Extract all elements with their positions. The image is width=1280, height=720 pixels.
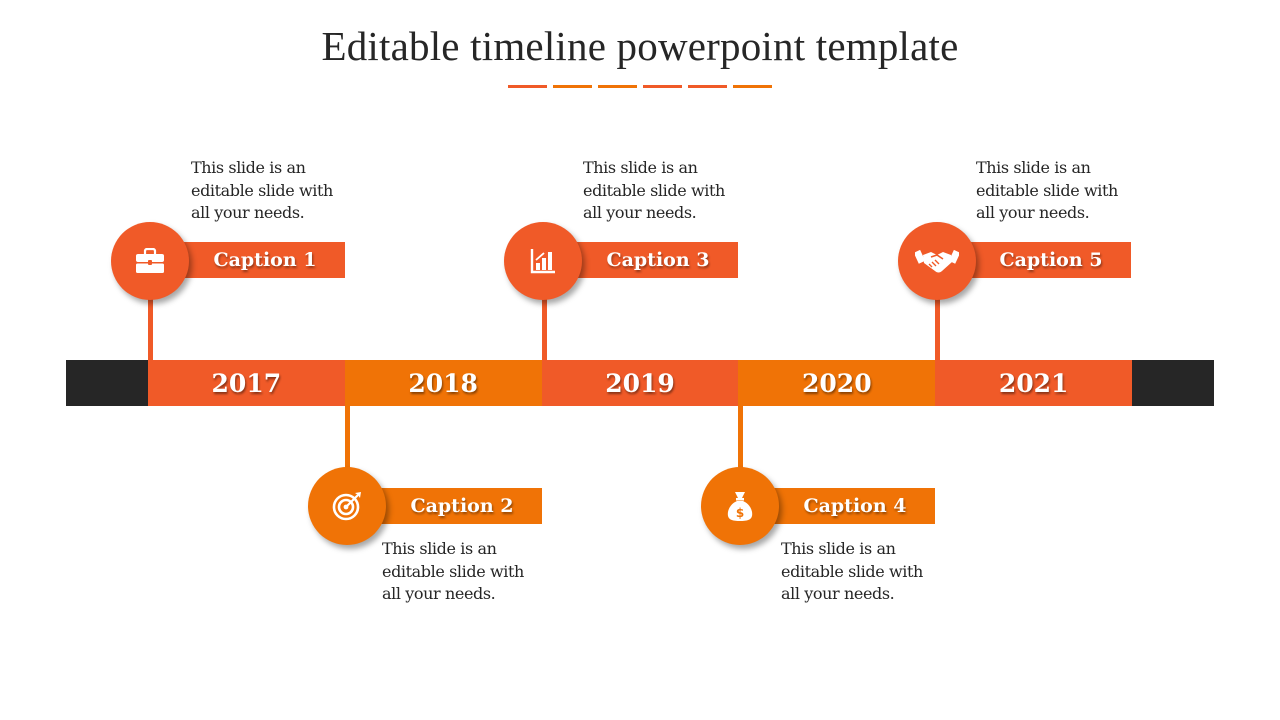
milestone-5-description: This slide is an editable slide with all…: [976, 158, 1118, 222]
connector-1: [148, 290, 153, 362]
milestone-1-description: This slide is an editable slide with all…: [191, 158, 333, 222]
year-segment-2018: 2018: [344, 360, 542, 406]
money-bag-icon: $: [726, 490, 754, 522]
handshake-icon: [915, 247, 959, 275]
milestone-2-description: This slide is an editable slide with all…: [382, 539, 524, 603]
connector-3: [542, 290, 547, 362]
connector-5: [935, 290, 940, 362]
underline-dash: [643, 85, 682, 88]
title-underline: [508, 85, 772, 88]
milestone-4-description: This slide is an editable slide with all…: [781, 539, 923, 603]
connector-2: [345, 404, 350, 474]
milestone-3-badge: [504, 222, 582, 300]
timeline-bar: 2017 2018 2019 2020 2021: [66, 360, 1214, 406]
timeline-right-cap: [1132, 360, 1214, 406]
underline-dash: [598, 85, 637, 88]
underline-dash: [508, 85, 547, 88]
svg-text:$: $: [736, 506, 744, 520]
target-icon: [331, 490, 363, 522]
underline-dash: [733, 85, 772, 88]
milestone-4-badge: $: [701, 467, 779, 545]
slide-title: Editable timeline powerpoint template: [321, 23, 959, 69]
year-segment-2019: 2019: [541, 360, 739, 406]
milestone-2-badge: [308, 467, 386, 545]
underline-dash: [688, 85, 727, 88]
timeline-left-cap: [66, 360, 148, 406]
year-segment-2017: 2017: [147, 360, 345, 406]
briefcase-icon: [135, 248, 165, 274]
underline-dash: [553, 85, 592, 88]
year-segment-2021: 2021: [935, 360, 1133, 406]
milestone-1-badge: [111, 222, 189, 300]
connector-4: [738, 404, 743, 474]
year-segment-2020: 2020: [738, 360, 936, 406]
bar-chart-icon: [530, 248, 556, 274]
milestone-3-description: This slide is an editable slide with all…: [583, 158, 725, 222]
milestone-5-badge: [898, 222, 976, 300]
